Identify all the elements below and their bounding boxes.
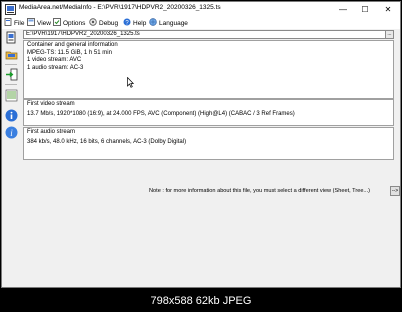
general-info-line: 1 audio stream: AC-3 bbox=[27, 64, 84, 71]
menu-help[interactable]: ? Help bbox=[123, 18, 146, 28]
video-stream-title: First video stream bbox=[27, 101, 75, 107]
general-info-line: MPEG-TS: 11.5 GiB, 1 h 51 min bbox=[27, 49, 112, 56]
sheet-view-icon[interactable] bbox=[5, 89, 18, 102]
mouse-cursor-icon bbox=[127, 77, 134, 88]
mediainfo-window: MediaArea.net/MediaInfo - E:\PVR\1917\HD… bbox=[1, 1, 401, 288]
image-caption: 798x588 62kb JPEG bbox=[150, 295, 252, 307]
info-icon[interactable] bbox=[5, 109, 18, 122]
export-icon[interactable] bbox=[5, 68, 18, 81]
debug-icon bbox=[89, 18, 97, 26]
menu-bar: File View Options Debug ? Help Language bbox=[2, 17, 400, 29]
menu-view-label: View bbox=[37, 20, 51, 27]
language-icon bbox=[149, 18, 157, 26]
open-folder-icon[interactable] bbox=[5, 48, 18, 61]
help-icon: ? bbox=[123, 18, 131, 26]
menu-file[interactable]: File bbox=[4, 18, 24, 28]
menu-view[interactable]: View bbox=[27, 18, 51, 28]
menu-language[interactable]: Language bbox=[149, 18, 188, 28]
general-info-line: 1 video stream: AVC bbox=[27, 57, 82, 63]
audio-stream-title: First audio stream bbox=[27, 129, 76, 135]
status-area bbox=[2, 261, 400, 287]
about-icon[interactable]: i bbox=[5, 126, 18, 139]
maximize-button[interactable]: ☐ bbox=[354, 2, 376, 17]
menu-language-label: Language bbox=[159, 20, 188, 27]
close-button[interactable]: ✕ bbox=[377, 2, 399, 17]
file-icon bbox=[4, 18, 12, 26]
mediainfo-app-icon bbox=[5, 4, 16, 15]
toolbar-separator bbox=[5, 64, 17, 65]
title-bar[interactable]: MediaArea.net/MediaInfo - E:\PVR\1917\HD… bbox=[2, 2, 400, 17]
options-icon bbox=[53, 18, 61, 26]
general-info-lines: MPEG-TS: 11.5 GiB, 1 h 51 min 1 video st… bbox=[27, 50, 112, 73]
view-icon bbox=[27, 18, 35, 26]
general-info-panel: Container and general information MPEG-T… bbox=[23, 40, 394, 99]
file-select[interactable]: E:\PVR\1917\HDPVR2_20200326_1325.ts bbox=[23, 30, 386, 39]
audio-stream-details: 384 kb/s, 48.0 kHz, 16 bits, 6 channels,… bbox=[27, 139, 187, 145]
view-note: Note : for more information about this f… bbox=[149, 188, 370, 194]
general-info-title: Container and general information bbox=[27, 42, 118, 48]
menu-debug[interactable]: Debug bbox=[89, 18, 118, 28]
menu-debug-label: Debug bbox=[99, 20, 119, 27]
open-file-icon[interactable] bbox=[5, 31, 18, 44]
video-stream-details: 13.7 Mb/s, 1920*1080 (16:9), at 24.000 F… bbox=[27, 111, 295, 117]
side-toolbar: i bbox=[2, 29, 20, 261]
window-title: MediaArea.net/MediaInfo - E:\PVR\1917\HD… bbox=[19, 4, 221, 11]
change-view-button[interactable]: --> bbox=[390, 186, 400, 196]
menu-help-label: Help bbox=[133, 20, 147, 27]
minimize-button[interactable]: — bbox=[332, 2, 354, 17]
file-select-dropdown-button[interactable]: ... bbox=[385, 30, 394, 39]
menu-file-label: File bbox=[14, 20, 25, 27]
toolbar-separator bbox=[5, 84, 17, 85]
video-stream-panel: First video stream 13.7 Mb/s, 1920*1080 … bbox=[23, 99, 394, 126]
audio-stream-panel: First audio stream 384 kb/s, 48.0 kHz, 1… bbox=[23, 127, 394, 160]
menu-options-label: Options bbox=[63, 20, 86, 27]
menu-options[interactable]: Options bbox=[53, 18, 85, 28]
